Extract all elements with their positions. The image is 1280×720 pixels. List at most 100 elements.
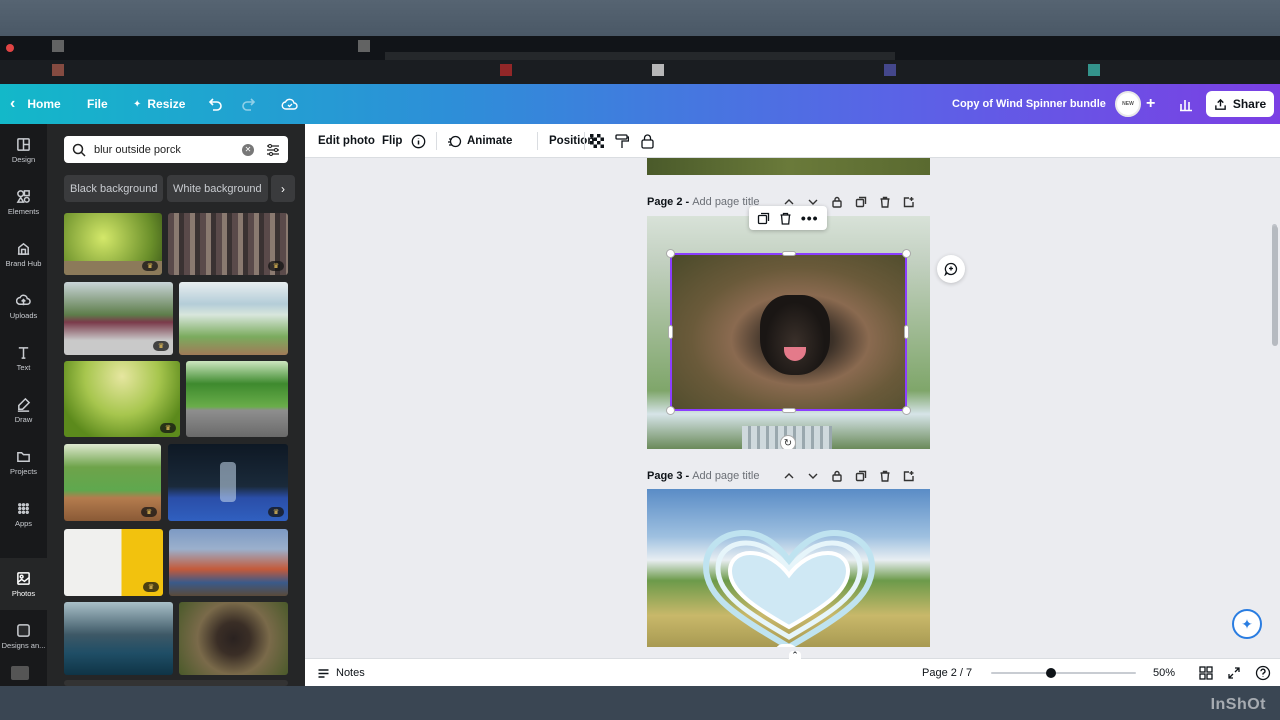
lock-button[interactable]: [641, 124, 654, 158]
suggestion-chip[interactable]: Black background: [64, 175, 164, 202]
zoom-level[interactable]: 50%: [1153, 659, 1175, 687]
photo-thumbnail[interactable]: ♛: [168, 213, 288, 275]
zoom-slider[interactable]: [991, 672, 1136, 674]
page-indicator[interactable]: Page 2 / 7: [922, 659, 972, 687]
rail-item-photos[interactable]: Photos: [0, 558, 47, 610]
position-button[interactable]: Position: [549, 124, 594, 158]
rotate-handle-icon[interactable]: ↻: [780, 435, 796, 449]
suggestion-chip[interactable]: White background: [167, 175, 268, 202]
file-menu-button[interactable]: File: [87, 84, 108, 124]
photo-thumbnail[interactable]: ♛: [168, 444, 288, 521]
grid-view-icon[interactable]: [1199, 666, 1213, 680]
share-button[interactable]: Share: [1206, 91, 1274, 117]
element-floating-toolbar: •••: [749, 206, 827, 230]
document-title[interactable]: Copy of Wind Spinner bundle: [952, 84, 1106, 124]
resize-handle[interactable]: [668, 325, 673, 339]
fullscreen-icon[interactable]: [1227, 666, 1241, 680]
add-comment-button[interactable]: [937, 255, 965, 283]
rail-label: Projects: [9, 466, 38, 476]
notes-button[interactable]: Notes: [317, 659, 365, 687]
rail-label: Draw: [14, 414, 33, 424]
resize-handle[interactable]: [782, 408, 796, 413]
trash-icon[interactable]: [879, 470, 891, 482]
resize-handle[interactable]: [666, 406, 675, 415]
photo-thumbnail[interactable]: [186, 361, 288, 437]
more-options-icon[interactable]: •••: [801, 211, 819, 225]
page-1-preview[interactable]: [647, 158, 930, 175]
photo-thumbnail[interactable]: [179, 282, 288, 355]
zoom-slider-thumb[interactable]: [1046, 668, 1056, 678]
search-input[interactable]: blur outside porck: [94, 144, 242, 156]
photo-thumbnail[interactable]: [179, 602, 288, 675]
photo-thumbnail[interactable]: ♛: [64, 361, 180, 437]
undo-icon: [208, 98, 222, 111]
duplicate-icon[interactable]: [757, 212, 770, 225]
add-page-icon[interactable]: [903, 470, 915, 482]
trash-icon[interactable]: [779, 212, 792, 225]
chevron-up-icon[interactable]: ⌃: [789, 650, 801, 660]
flip-button[interactable]: Flip: [382, 124, 402, 158]
page-scrollbar[interactable]: [1272, 226, 1278, 346]
rail-item-projects[interactable]: Projects: [0, 436, 47, 488]
page-title-input[interactable]: Add page title: [692, 470, 759, 482]
photo-thumbnail[interactable]: ♛: [64, 213, 162, 275]
chevron-down-icon[interactable]: [807, 470, 819, 482]
photo-thumbnail[interactable]: [169, 529, 288, 596]
clear-search-icon[interactable]: ✕: [242, 143, 254, 156]
photo-thumbnail[interactable]: ♛: [64, 444, 161, 521]
resize-handle[interactable]: [782, 251, 796, 256]
page-number-label: Page 2 -: [647, 196, 690, 208]
duplicate-icon[interactable]: [855, 470, 867, 482]
chevron-up-icon[interactable]: [783, 470, 795, 482]
copy-style-button[interactable]: [615, 124, 629, 158]
chips-next-button[interactable]: ›: [271, 175, 295, 202]
resize-label: Resize: [147, 97, 186, 111]
resize-handle[interactable]: [902, 249, 911, 258]
more-icon[interactable]: [11, 666, 29, 680]
photo-thumbnail[interactable]: [64, 602, 173, 675]
redo-button[interactable]: [241, 84, 257, 124]
page-3-canvas[interactable]: [647, 489, 930, 647]
lock-icon[interactable]: [831, 196, 843, 208]
redo-icon: [242, 98, 256, 111]
search-box[interactable]: blur outside porck ✕: [64, 136, 288, 163]
resize-handle[interactable]: [666, 249, 675, 258]
selected-photo[interactable]: [670, 253, 907, 411]
lock-icon[interactable]: [831, 470, 843, 482]
help-icon[interactable]: [1255, 665, 1271, 681]
trash-icon[interactable]: [879, 196, 891, 208]
rail-item-design[interactable]: Design: [0, 124, 47, 176]
sparkle-icon: ✦: [1241, 615, 1253, 632]
undo-button[interactable]: [207, 84, 223, 124]
rail-item-uploads[interactable]: Uploads: [0, 280, 47, 332]
edit-photo-button[interactable]: Edit photo: [318, 124, 375, 158]
resize-button[interactable]: ✦ Resize: [133, 84, 185, 124]
editor-bottombar: Notes ⌃ Page 2 / 7 50%: [305, 650, 1280, 687]
rail-item-apps[interactable]: Apps: [0, 488, 47, 540]
add-page-icon[interactable]: [903, 196, 915, 208]
avatar[interactable]: NEW: [1115, 91, 1141, 117]
rail-item-text[interactable]: Text: [0, 332, 47, 384]
duplicate-icon[interactable]: [855, 196, 867, 208]
animate-button[interactable]: Animate: [447, 124, 512, 158]
photos-icon: [17, 571, 30, 585]
insights-button[interactable]: [1178, 84, 1194, 124]
transparency-button[interactable]: [590, 124, 604, 158]
rail-item-brand-hub[interactable]: Brand Hub: [0, 228, 47, 280]
rail-item-draw[interactable]: Draw: [0, 384, 47, 436]
resize-handle[interactable]: [902, 406, 911, 415]
photo-thumbnail[interactable]: ♛: [64, 282, 173, 355]
resize-handle[interactable]: [904, 325, 909, 339]
rail-item-designs[interactable]: Designs an...: [0, 610, 47, 662]
close-dot[interactable]: [6, 44, 14, 52]
filter-icon[interactable]: [266, 143, 280, 157]
add-collaborator-button[interactable]: +: [1146, 84, 1155, 124]
browser-tabs: [0, 36, 1280, 60]
rail-item-elements[interactable]: Elements: [0, 176, 47, 228]
photo-thumbnail[interactable]: ♛: [64, 529, 163, 596]
info-button[interactable]: [411, 124, 426, 158]
home-button[interactable]: ‹ Home: [10, 84, 61, 124]
magic-assistant-button[interactable]: ✦: [1232, 609, 1262, 639]
cloud-save-button[interactable]: [281, 84, 299, 124]
page-2-canvas[interactable]: ↻: [647, 216, 930, 449]
